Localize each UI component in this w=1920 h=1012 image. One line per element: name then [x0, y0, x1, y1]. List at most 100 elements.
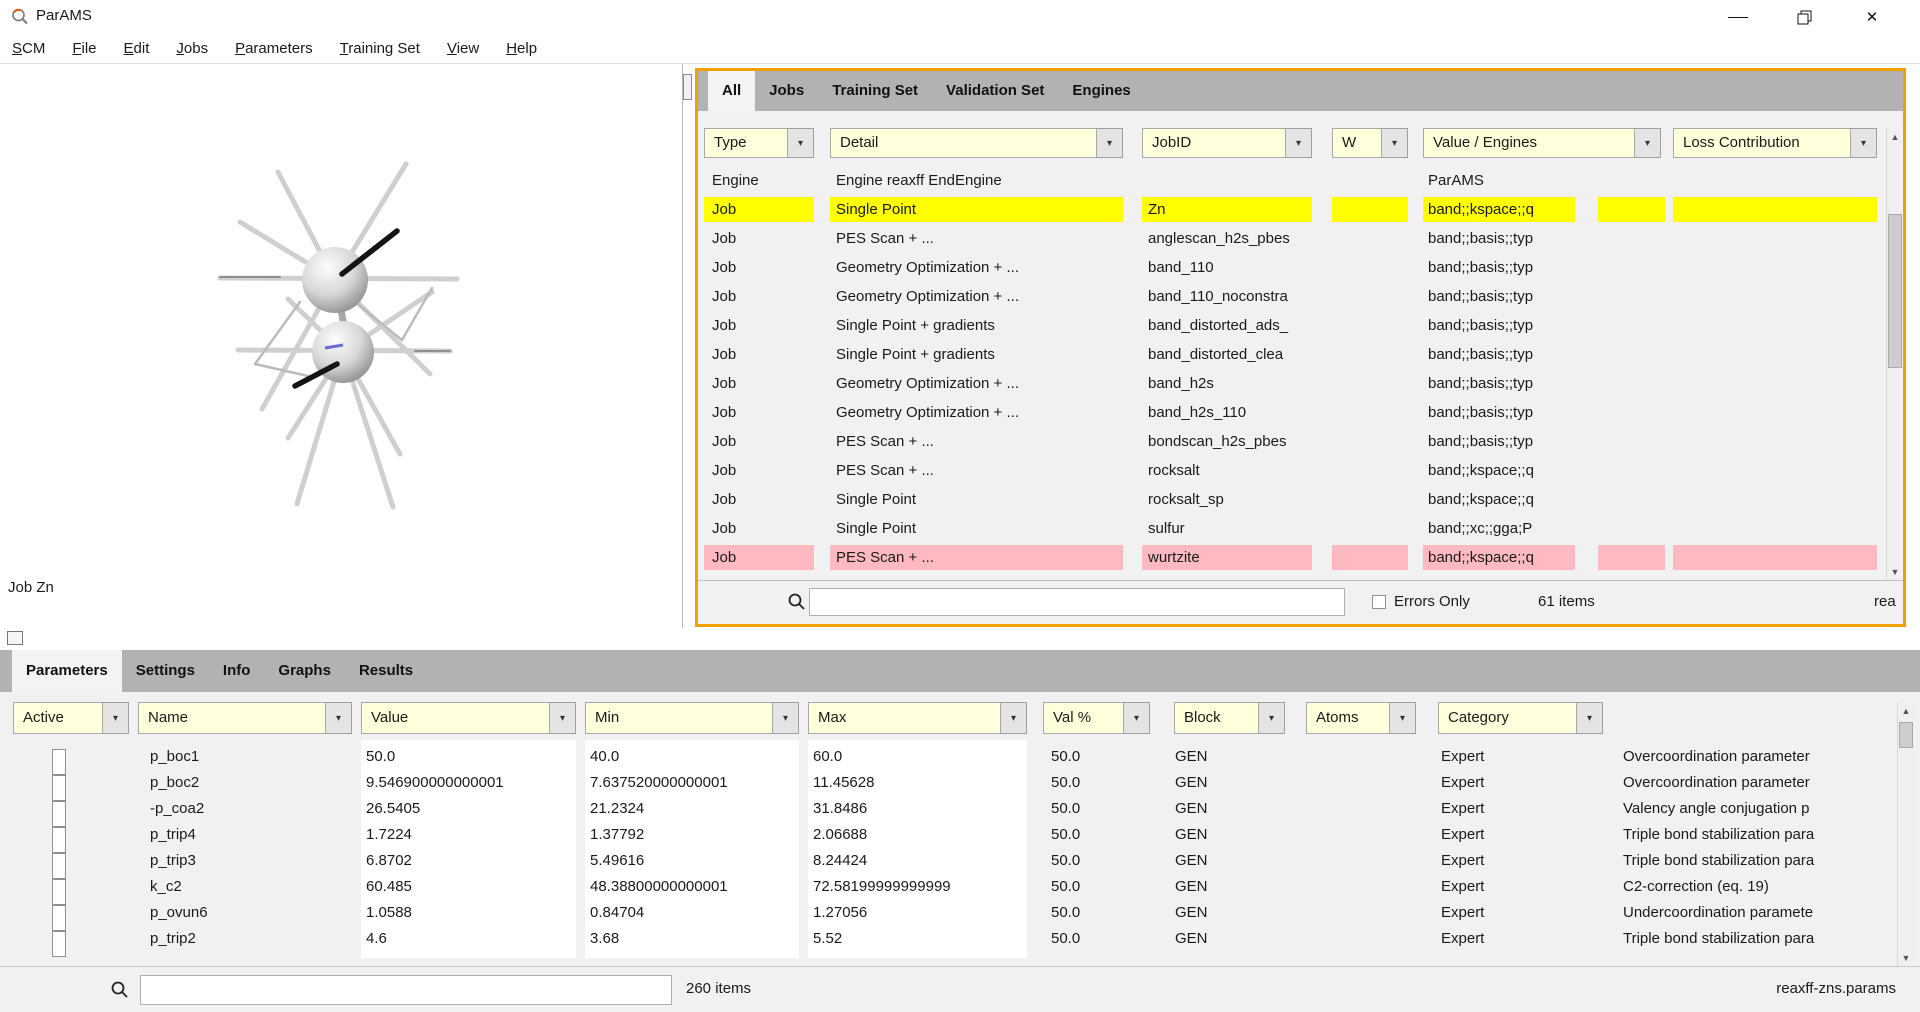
- molecule-viewer-panel[interactable]: Job Zn: [0, 64, 683, 628]
- column-header-w-label[interactable]: W: [1332, 128, 1382, 158]
- jobs-table-row[interactable]: Job Single Point rocksalt_sp band;;kspac…: [698, 485, 1903, 514]
- param-value-cell[interactable]: 4.6: [366, 926, 566, 952]
- horizontal-splitter[interactable]: [0, 628, 1920, 650]
- param-min-cell[interactable]: 5.49616: [590, 848, 790, 874]
- tab-engines[interactable]: Engines: [1058, 71, 1144, 111]
- column-header-min-label[interactable]: Min: [585, 702, 773, 734]
- column-header-loss-label[interactable]: Loss Contribution: [1673, 128, 1851, 158]
- column-header-valpct-label[interactable]: Val %: [1043, 702, 1124, 734]
- menu-training-set[interactable]: Training Set: [340, 40, 420, 57]
- param-value-cell[interactable]: 50.0: [366, 744, 566, 770]
- menu-scm[interactable]: SCM: [12, 40, 45, 57]
- param-value-cell[interactable]: 1.7224: [366, 822, 566, 848]
- chevron-down-icon[interactable]: [1097, 128, 1123, 158]
- jobs-table-row[interactable]: Job Single Point + gradients band_distor…: [698, 311, 1903, 340]
- param-value-cell[interactable]: 60.485: [366, 874, 566, 900]
- chevron-down-icon[interactable]: [1577, 702, 1603, 734]
- jobs-table-row[interactable]: Job PES Scan + ... anglescan_h2s_pbes ba…: [698, 224, 1903, 253]
- molecule-3d-view[interactable]: [0, 64, 682, 628]
- chevron-down-icon[interactable]: [773, 702, 799, 734]
- menu-edit[interactable]: Edit: [124, 40, 150, 57]
- params-table-row[interactable]: p_boc1 50.0 40.0 60.0 50.0 GEN Expert Ov…: [0, 744, 1920, 770]
- scroll-down-icon[interactable]: [1887, 563, 1903, 580]
- jobs-table-row[interactable]: Job Single Point + gradients band_distor…: [698, 340, 1903, 369]
- menu-file[interactable]: File: [72, 40, 96, 57]
- tab-all[interactable]: All: [708, 71, 755, 111]
- menu-view[interactable]: View: [447, 40, 479, 57]
- chevron-down-icon[interactable]: [788, 128, 814, 158]
- params-table-row[interactable]: p_ovun6 1.0588 0.84704 1.27056 50.0 GEN …: [0, 900, 1920, 926]
- param-min-cell[interactable]: 3.68: [590, 926, 790, 952]
- jobs-table-row[interactable]: Job Geometry Optimization + ... band_110…: [698, 282, 1903, 311]
- tab-parameters[interactable]: Parameters: [12, 650, 122, 692]
- params-table-row[interactable]: p_trip4 1.7224 1.37792 2.06688 50.0 GEN …: [0, 822, 1920, 848]
- column-header-jobid-label[interactable]: JobID: [1142, 128, 1286, 158]
- column-header-atoms-label[interactable]: Atoms: [1306, 702, 1390, 734]
- scroll-down-icon[interactable]: [1898, 949, 1914, 966]
- params-scrollbar[interactable]: [1897, 702, 1914, 966]
- param-max-cell[interactable]: 8.24424: [813, 848, 1018, 874]
- tab-results[interactable]: Results: [345, 650, 427, 692]
- scrollbar-thumb[interactable]: [1899, 722, 1913, 748]
- param-min-cell[interactable]: 1.37792: [590, 822, 790, 848]
- chevron-down-icon[interactable]: [1124, 702, 1150, 734]
- column-header-name-label[interactable]: Name: [138, 702, 326, 734]
- params-table-row[interactable]: p_boc2 9.546900000000001 7.6375200000000…: [0, 770, 1920, 796]
- param-min-cell[interactable]: 0.84704: [590, 900, 790, 926]
- params-search-input[interactable]: [140, 975, 672, 1005]
- jobs-scrollbar[interactable]: [1886, 128, 1903, 580]
- param-max-cell[interactable]: 72.58199999999999: [813, 874, 1018, 900]
- tab-training-set[interactable]: Training Set: [818, 71, 932, 111]
- scrollbar-thumb[interactable]: [1888, 214, 1902, 368]
- chevron-down-icon[interactable]: [550, 702, 576, 734]
- jobs-table-row[interactable]: Job Geometry Optimization + ... band_h2s…: [698, 369, 1903, 398]
- tab-validation-set[interactable]: Validation Set: [932, 71, 1058, 111]
- jobs-table-row[interactable]: Job PES Scan + ... bondscan_h2s_pbes ban…: [698, 427, 1903, 456]
- param-max-cell[interactable]: 31.8486: [813, 796, 1018, 822]
- column-header-type-label[interactable]: Type: [704, 128, 788, 158]
- scroll-up-icon[interactable]: [1898, 702, 1914, 719]
- active-checkbox[interactable]: [52, 931, 66, 957]
- column-header-active-label[interactable]: Active: [13, 702, 103, 734]
- param-value-cell[interactable]: 1.0588: [366, 900, 566, 926]
- param-min-cell[interactable]: 48.38800000000001: [590, 874, 790, 900]
- vertical-splitter-handle[interactable]: [683, 74, 692, 100]
- chevron-down-icon[interactable]: [1635, 128, 1661, 158]
- param-max-cell[interactable]: 2.06688: [813, 822, 1018, 848]
- column-header-max-label[interactable]: Max: [808, 702, 1001, 734]
- param-max-cell[interactable]: 60.0: [813, 744, 1018, 770]
- chevron-down-icon[interactable]: [1259, 702, 1285, 734]
- params-table-row[interactable]: -p_coa2 26.5405 21.2324 31.8486 50.0 GEN…: [0, 796, 1920, 822]
- param-value-cell[interactable]: 9.546900000000001: [366, 770, 566, 796]
- chevron-down-icon[interactable]: [1382, 128, 1408, 158]
- params-table-row[interactable]: p_trip3 6.8702 5.49616 8.24424 50.0 GEN …: [0, 848, 1920, 874]
- tab-settings[interactable]: Settings: [122, 650, 209, 692]
- param-max-cell[interactable]: 11.45628: [813, 770, 1018, 796]
- chevron-down-icon[interactable]: [326, 702, 352, 734]
- jobs-table-row[interactable]: Job PES Scan + ... rocksalt band;;kspace…: [698, 456, 1903, 485]
- chevron-down-icon[interactable]: [1001, 702, 1027, 734]
- tab-info[interactable]: Info: [209, 650, 265, 692]
- horizontal-splitter-handle[interactable]: [7, 631, 23, 645]
- param-min-cell[interactable]: 40.0: [590, 744, 790, 770]
- tab-graphs[interactable]: Graphs: [264, 650, 345, 692]
- param-max-cell[interactable]: 5.52: [813, 926, 1018, 952]
- jobs-table-row[interactable]: Job Single Point Zn band;;kspace;;q: [698, 195, 1903, 224]
- param-min-cell[interactable]: 21.2324: [590, 796, 790, 822]
- jobs-search-input[interactable]: [809, 588, 1345, 616]
- param-value-cell[interactable]: 26.5405: [366, 796, 566, 822]
- menu-jobs[interactable]: Jobs: [176, 40, 208, 57]
- chevron-down-icon[interactable]: [1390, 702, 1416, 734]
- chevron-down-icon[interactable]: [103, 702, 129, 734]
- param-min-cell[interactable]: 7.637520000000001: [590, 770, 790, 796]
- chevron-down-icon[interactable]: [1286, 128, 1312, 158]
- jobs-table-row[interactable]: Job Geometry Optimization + ... band_h2s…: [698, 398, 1903, 427]
- params-table-row[interactable]: k_c2 60.485 48.38800000000001 72.5819999…: [0, 874, 1920, 900]
- param-value-cell[interactable]: 6.8702: [366, 848, 566, 874]
- chevron-down-icon[interactable]: [1851, 128, 1877, 158]
- param-max-cell[interactable]: 1.27056: [813, 900, 1018, 926]
- tab-jobs[interactable]: Jobs: [755, 71, 818, 111]
- jobs-table-row[interactable]: Job Geometry Optimization + ... band_110…: [698, 253, 1903, 282]
- column-header-block-label[interactable]: Block: [1174, 702, 1259, 734]
- column-header-value-engines-label[interactable]: Value / Engines: [1423, 128, 1635, 158]
